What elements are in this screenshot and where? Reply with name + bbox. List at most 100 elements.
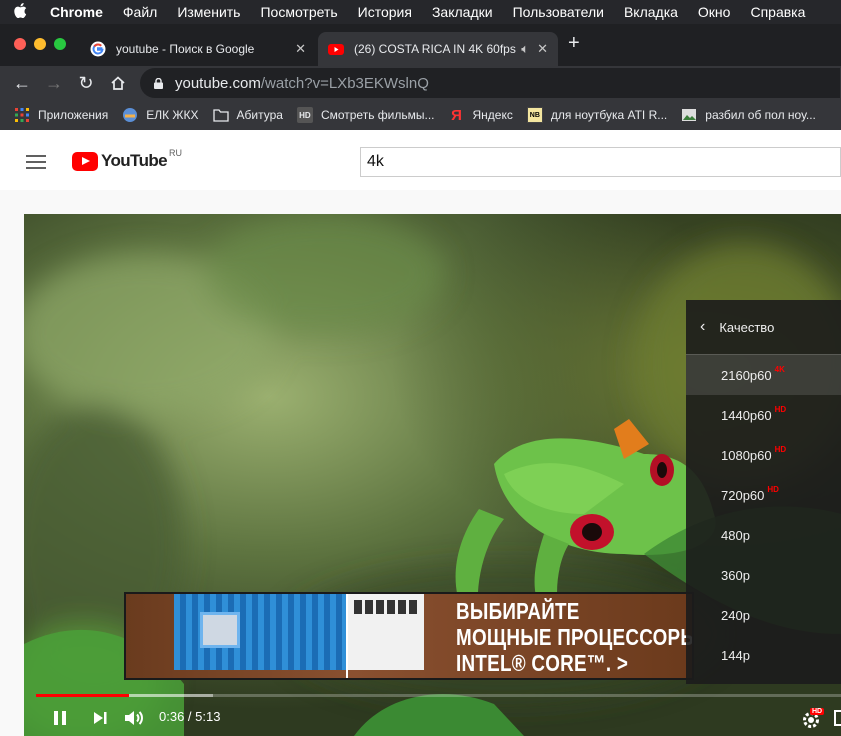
menu-view[interactable]: Посмотреть	[250, 4, 347, 20]
quality-option-480p[interactable]: 480p	[686, 515, 841, 555]
close-icon[interactable]: ✕	[295, 41, 306, 57]
video-player[interactable]: ВЫБИРАЙТЕ МОЩНЫЕ ПРОЦЕССОРЫ INTEL® CORE™…	[24, 214, 841, 736]
volume-icon[interactable]	[122, 706, 146, 730]
bookmark-movies[interactable]: HD Смотреть фильмы...	[296, 107, 435, 123]
menu-file[interactable]: Файл	[113, 4, 167, 20]
ad-text: ВЫБИРАЙТЕ МОЩНЫЕ ПРОЦЕССОРЫ INTEL® CORE™…	[456, 598, 692, 676]
quality-menu-header[interactable]: ‹ Качество	[686, 300, 841, 355]
tab-youtube-video[interactable]: (26) COSTA RICA IN 4K 60fps 🔈︎ ✕	[318, 32, 558, 66]
speaker-icon[interactable]: 🔈︎	[521, 41, 529, 57]
bookmark-abitura[interactable]: Абитура	[212, 107, 283, 123]
bookmark-yandex[interactable]: Я Яндекс	[449, 107, 513, 124]
ad-divider	[346, 594, 348, 678]
ad-line-1: ВЫБИРАЙТЕ	[456, 598, 580, 624]
menu-edit[interactable]: Изменить	[167, 4, 250, 20]
quality-option-720p60[interactable]: 720p60 HD	[686, 475, 841, 515]
reload-button[interactable]: ↻	[74, 71, 98, 95]
quality-option-1080p60[interactable]: 1080p60 HD	[686, 435, 841, 475]
quality-option-label: 144p	[721, 647, 750, 663]
home-button[interactable]	[106, 71, 130, 95]
quality-option-label: 1080p60	[721, 447, 772, 463]
quality-option-label: 2160p60	[721, 367, 772, 383]
zoom-window-button[interactable]	[54, 38, 66, 50]
close-icon[interactable]: ✕	[537, 41, 548, 57]
bookmark-label: Приложения	[38, 108, 109, 122]
menu-window[interactable]: Окно	[688, 4, 741, 20]
bookmark-laptop[interactable]: разбил об пол ноу...	[681, 107, 816, 123]
settings-hd-badge: HD	[810, 708, 825, 715]
youtube-header: YouTube RU 4k	[0, 130, 841, 190]
image-icon	[681, 107, 697, 123]
quality-badge: HD	[774, 444, 787, 454]
menu-bookmarks[interactable]: Закладки	[422, 4, 503, 20]
bookmark-elk[interactable]: ЕЛК ЖКХ	[122, 107, 199, 123]
quality-option-label: 480p	[721, 527, 750, 543]
laptop-image	[348, 594, 424, 670]
macos-menu-bar: Chrome Файл Изменить Посмотреть История …	[0, 0, 841, 24]
address-bar[interactable]: youtube.com/watch?v=LXb3EKWslnQ	[140, 68, 840, 98]
tab-title: youtube - Поиск в Google	[116, 42, 255, 56]
quality-menu: ‹ Качество 2160p60 4K 1440p60 HD 1080p60 HD 72…	[686, 300, 841, 684]
new-tab-button[interactable]: +	[568, 32, 580, 55]
quality-option-label: 240p	[721, 607, 750, 623]
bookmark-apps[interactable]: Приложения	[14, 107, 108, 123]
quality-badge: 4K	[774, 364, 785, 374]
bookmark-ati[interactable]: NB для ноутбука ATI R...	[526, 107, 668, 123]
youtube-logo[interactable]: YouTube RU	[72, 148, 182, 171]
quality-option-1440p60[interactable]: 1440p60 HD	[686, 395, 841, 435]
region-label: RU	[169, 148, 182, 158]
quality-option-360p[interactable]: 360p	[686, 555, 841, 595]
quality-option-label: 360p	[721, 567, 750, 583]
menu-people[interactable]: Пользователи	[503, 4, 614, 20]
quality-option-label: 720p60	[721, 487, 765, 503]
ad-line-3: INTEL® CORE™. >	[456, 650, 629, 676]
forward-button[interactable]: →	[42, 71, 66, 95]
bookmark-label: Абитура	[236, 108, 283, 122]
site-icon: NB	[526, 107, 543, 123]
chevron-left-icon[interactable]: ‹	[700, 318, 705, 336]
menu-help[interactable]: Справка	[740, 4, 815, 20]
elk-icon	[122, 107, 138, 123]
close-window-button[interactable]	[14, 38, 26, 50]
bookmark-label: Смотреть фильмы...	[320, 108, 435, 122]
bookmark-label: разбил об пол ноу...	[705, 108, 816, 122]
quality-option-144p[interactable]: 144p	[686, 635, 841, 675]
hd-icon: HD	[296, 107, 313, 123]
played-bar	[36, 694, 129, 697]
tab-google-search[interactable]: youtube - Поиск в Google ✕	[80, 32, 316, 66]
quality-badge: HD	[774, 404, 787, 414]
apple-icon[interactable]	[0, 2, 40, 22]
lock-icon	[154, 77, 163, 89]
menu-history[interactable]: История	[348, 4, 422, 20]
hamburger-menu-icon[interactable]	[26, 155, 46, 173]
progress-bar[interactable]	[36, 694, 841, 697]
quality-options: 2160p60 4K 1440p60 HD 1080p60 HD 720p60 HD 480p 3…	[686, 355, 841, 675]
quality-option-2160p60[interactable]: 2160p60 4K	[686, 355, 841, 395]
bookmark-label: для ноутбука ATI R...	[550, 108, 668, 122]
minimize-window-button[interactable]	[34, 38, 46, 50]
menu-chrome[interactable]: Chrome	[40, 4, 113, 20]
ad-overlay-banner[interactable]: ВЫБИРАЙТЕ МОЩНЫЕ ПРОЦЕССОРЫ INTEL® CORE™…	[124, 592, 694, 680]
apps-grid-icon	[14, 107, 30, 123]
tab-strip: youtube - Поиск в Google ✕ (26) COSTA RI…	[0, 24, 841, 66]
time-display: 0:36 / 5:13	[159, 709, 221, 724]
menu-tab[interactable]: Вкладка	[614, 4, 688, 20]
bookmarks-bar: Приложения ЕЛК ЖКХ Абитура HD Смотреть ф…	[0, 100, 841, 130]
google-icon	[90, 41, 106, 57]
tab-title: (26) COSTA RICA IN 4K 60fps	[354, 42, 516, 56]
url-host: youtube.com	[175, 74, 261, 92]
search-input[interactable]: 4k	[360, 147, 841, 177]
youtube-wordmark: YouTube	[101, 151, 168, 170]
fullscreen-icon[interactable]	[834, 710, 841, 726]
bookmark-label: ЕЛК ЖКХ	[146, 108, 199, 122]
url-path: /watch?v=LXb3EKWslnQ	[260, 74, 429, 92]
back-button[interactable]: ←	[10, 71, 34, 95]
next-icon[interactable]	[88, 706, 112, 730]
player-controls: 0:36 / 5:13 HD	[24, 700, 841, 736]
processor-image	[174, 594, 349, 670]
pause-icon[interactable]	[48, 706, 72, 730]
youtube-icon	[328, 44, 344, 55]
bookmark-label: Яндекс	[472, 108, 513, 122]
browser-toolbar: ← → ↻ youtube.com/watch?v=LXb3EKWslnQ	[0, 66, 841, 100]
quality-option-240p[interactable]: 240p	[686, 595, 841, 635]
